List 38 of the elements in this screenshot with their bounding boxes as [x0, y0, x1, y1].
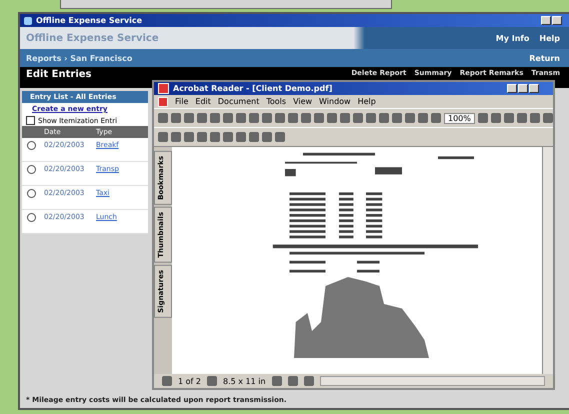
toolbar-icon[interactable]: [490, 113, 501, 123]
maximize-button[interactable]: [518, 84, 528, 93]
section-title: Edit Entries: [26, 69, 92, 80]
menu-item[interactable]: Window: [319, 97, 351, 106]
minimize-button[interactable]: [541, 16, 551, 25]
window-title: Acrobat Reader - [Client Demo.pdf]: [173, 84, 332, 93]
toolbar-icon[interactable]: [530, 113, 540, 123]
pdf-icon: [158, 83, 169, 94]
app-icon: [24, 16, 32, 24]
menu-item[interactable]: Document: [218, 97, 260, 106]
app-title: Offline Expense Service: [26, 32, 159, 44]
horizontal-scrollbar[interactable]: [320, 376, 545, 386]
checkbox[interactable]: [26, 116, 35, 125]
zoom-field[interactable]: 100%: [444, 112, 475, 124]
toolbar-icon[interactable]: [542, 113, 553, 123]
radio-button[interactable]: [27, 141, 36, 150]
minimize-button[interactable]: [507, 84, 517, 93]
header-link[interactable]: My Info: [496, 34, 530, 42]
toolbar-icon[interactable]: [504, 113, 514, 123]
menu-item[interactable]: Edit: [195, 97, 211, 106]
radio-button[interactable]: [27, 165, 36, 174]
menu-item[interactable]: Tools: [266, 97, 286, 106]
menu-item[interactable]: Help: [358, 97, 376, 106]
vertical-scrollbar[interactable]: [542, 147, 553, 374]
header-link[interactable]: Help: [539, 34, 560, 42]
page-size: 8.5 x 11 in: [222, 376, 266, 386]
menu-item[interactable]: View: [293, 97, 312, 106]
toolbar-icon[interactable]: [478, 113, 488, 123]
toolbar-icon[interactable]: [516, 113, 527, 123]
radio-button[interactable]: [27, 189, 36, 198]
page-indicator: 1 of 2: [178, 376, 201, 386]
close-button[interactable]: [529, 84, 539, 93]
return-link[interactable]: Return: [529, 54, 560, 62]
breadcrumb: Reports › San Francisco: [26, 54, 132, 62]
window-title: Offline Expense Service: [36, 16, 142, 25]
radio-button[interactable]: [27, 213, 36, 222]
menu-item[interactable]: File: [175, 97, 188, 106]
close-button[interactable]: [552, 16, 562, 25]
